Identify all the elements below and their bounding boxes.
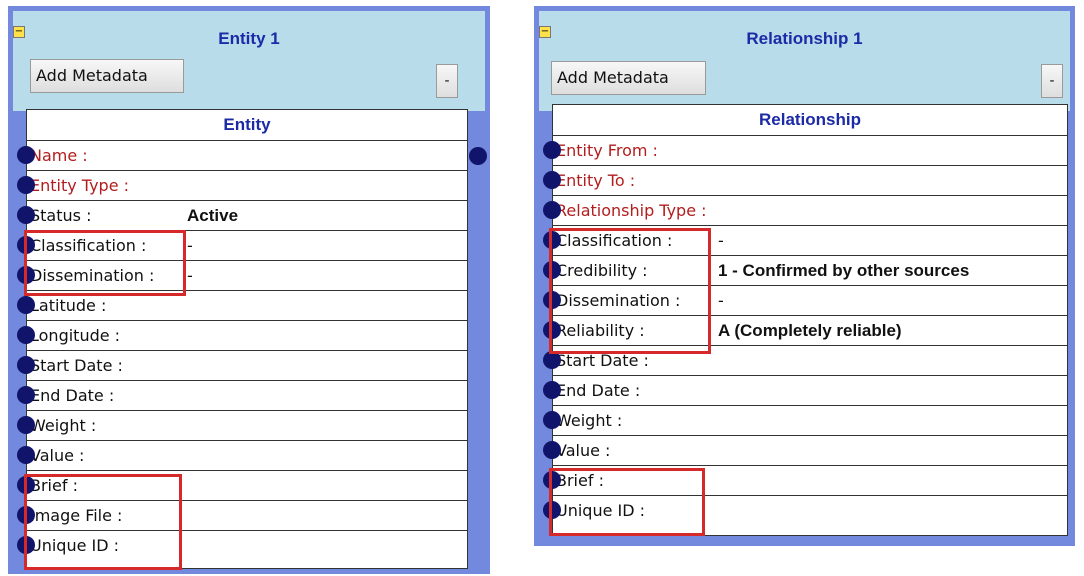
relationship-input-connector[interactable] — [543, 141, 561, 159]
entity-label-status: Status : — [30, 206, 92, 225]
relationship-add-metadata-button[interactable]: Add Metadata — [551, 61, 706, 95]
relationship-label-entity-to: Entity To : — [556, 171, 636, 190]
entity-row-end-date[interactable]: End Date : — [27, 381, 467, 411]
relationship-row-end-date[interactable]: End Date : — [553, 376, 1067, 406]
entity-input-connector[interactable] — [17, 206, 35, 224]
entity-row-longitude[interactable]: Longitude : — [27, 321, 467, 351]
relationship-label-weight: Weight : — [556, 411, 623, 430]
relationship-input-connector[interactable] — [543, 201, 561, 219]
entity-input-connector[interactable] — [17, 296, 35, 314]
entity-panel-title: Entity 1 — [218, 29, 280, 48]
entity-label-weight: Weight : — [30, 416, 97, 435]
relationship-label-value: Value : — [556, 441, 611, 460]
entity-row-name[interactable]: Name : — [27, 141, 467, 171]
relationship-panel-title: Relationship 1 — [746, 29, 863, 48]
entity-panel-header: − Entity 1 Add Metadata - — [13, 11, 485, 111]
entity-label-entity-type: Entity Type : — [30, 176, 130, 195]
entity-table-header: Entity — [27, 110, 467, 141]
entity-input-connector[interactable] — [17, 386, 35, 404]
relationship-panel-header: − Relationship 1 Add Metadata - — [539, 11, 1070, 111]
relationship-remove-button[interactable]: - — [1041, 64, 1063, 98]
entity-highlight-security — [24, 230, 186, 296]
entity-row-start-date[interactable]: Start Date : — [27, 351, 467, 381]
relationship-row-relationship-type[interactable]: Relationship Type : — [553, 196, 1067, 226]
relationship-label-entity-from: Entity From : — [556, 141, 658, 160]
entity-input-connector[interactable] — [17, 146, 35, 164]
relationship-value-credibility[interactable]: 1 - Confirmed by other sources — [718, 256, 969, 286]
entity-input-connector[interactable] — [17, 326, 35, 344]
entity-row-status[interactable]: Status : Active — [27, 201, 467, 231]
entity-add-metadata-button[interactable]: Add Metadata — [30, 59, 184, 93]
entity-label-value: Value : — [30, 446, 85, 465]
relationship-label-relationship-type: Relationship Type : — [556, 201, 707, 220]
entity-row-value[interactable]: Value : — [27, 441, 467, 471]
entity-row-entity-type[interactable]: Entity Type : — [27, 171, 467, 201]
relationship-row-weight[interactable]: Weight : — [553, 406, 1067, 436]
entity-label-end-date: End Date : — [30, 386, 115, 405]
relationship-highlight-misc — [549, 468, 705, 536]
relationship-input-connector[interactable] — [543, 411, 561, 429]
relationship-input-connector[interactable] — [543, 441, 561, 459]
relationship-label-end-date: End Date : — [556, 381, 641, 400]
relationship-row-value[interactable]: Value : — [553, 436, 1067, 466]
entity-remove-button[interactable]: - — [436, 64, 458, 98]
entity-label-start-date: Start Date : — [30, 356, 123, 375]
relationship-input-connector[interactable] — [543, 171, 561, 189]
entity-label-name: Name : — [30, 146, 88, 165]
entity-output-connector[interactable] — [469, 147, 487, 165]
entity-value-status[interactable]: Active — [187, 201, 238, 231]
entity-input-connector[interactable] — [17, 416, 35, 434]
entity-row-weight[interactable]: Weight : — [27, 411, 467, 441]
relationship-value-classification[interactable]: - — [718, 226, 724, 256]
entity-value-classification[interactable]: - — [187, 231, 193, 261]
relationship-input-connector[interactable] — [543, 381, 561, 399]
entity-label-longitude: Longitude : — [30, 326, 121, 345]
relationship-row-entity-from[interactable]: Entity From : — [553, 136, 1067, 166]
relationship-table-header: Relationship — [553, 105, 1067, 136]
entity-input-connector[interactable] — [17, 446, 35, 464]
entity-value-dissemination[interactable]: - — [187, 261, 193, 291]
entity-input-connector[interactable] — [17, 176, 35, 194]
entity-highlight-misc — [24, 474, 182, 570]
relationship-highlight-security — [549, 228, 711, 354]
entity-input-connector[interactable] — [17, 356, 35, 374]
relationship-row-entity-to[interactable]: Entity To : — [553, 166, 1067, 196]
relationship-value-dissemination[interactable]: - — [718, 286, 724, 316]
relationship-value-reliability[interactable]: A (Completely reliable) — [718, 316, 902, 346]
